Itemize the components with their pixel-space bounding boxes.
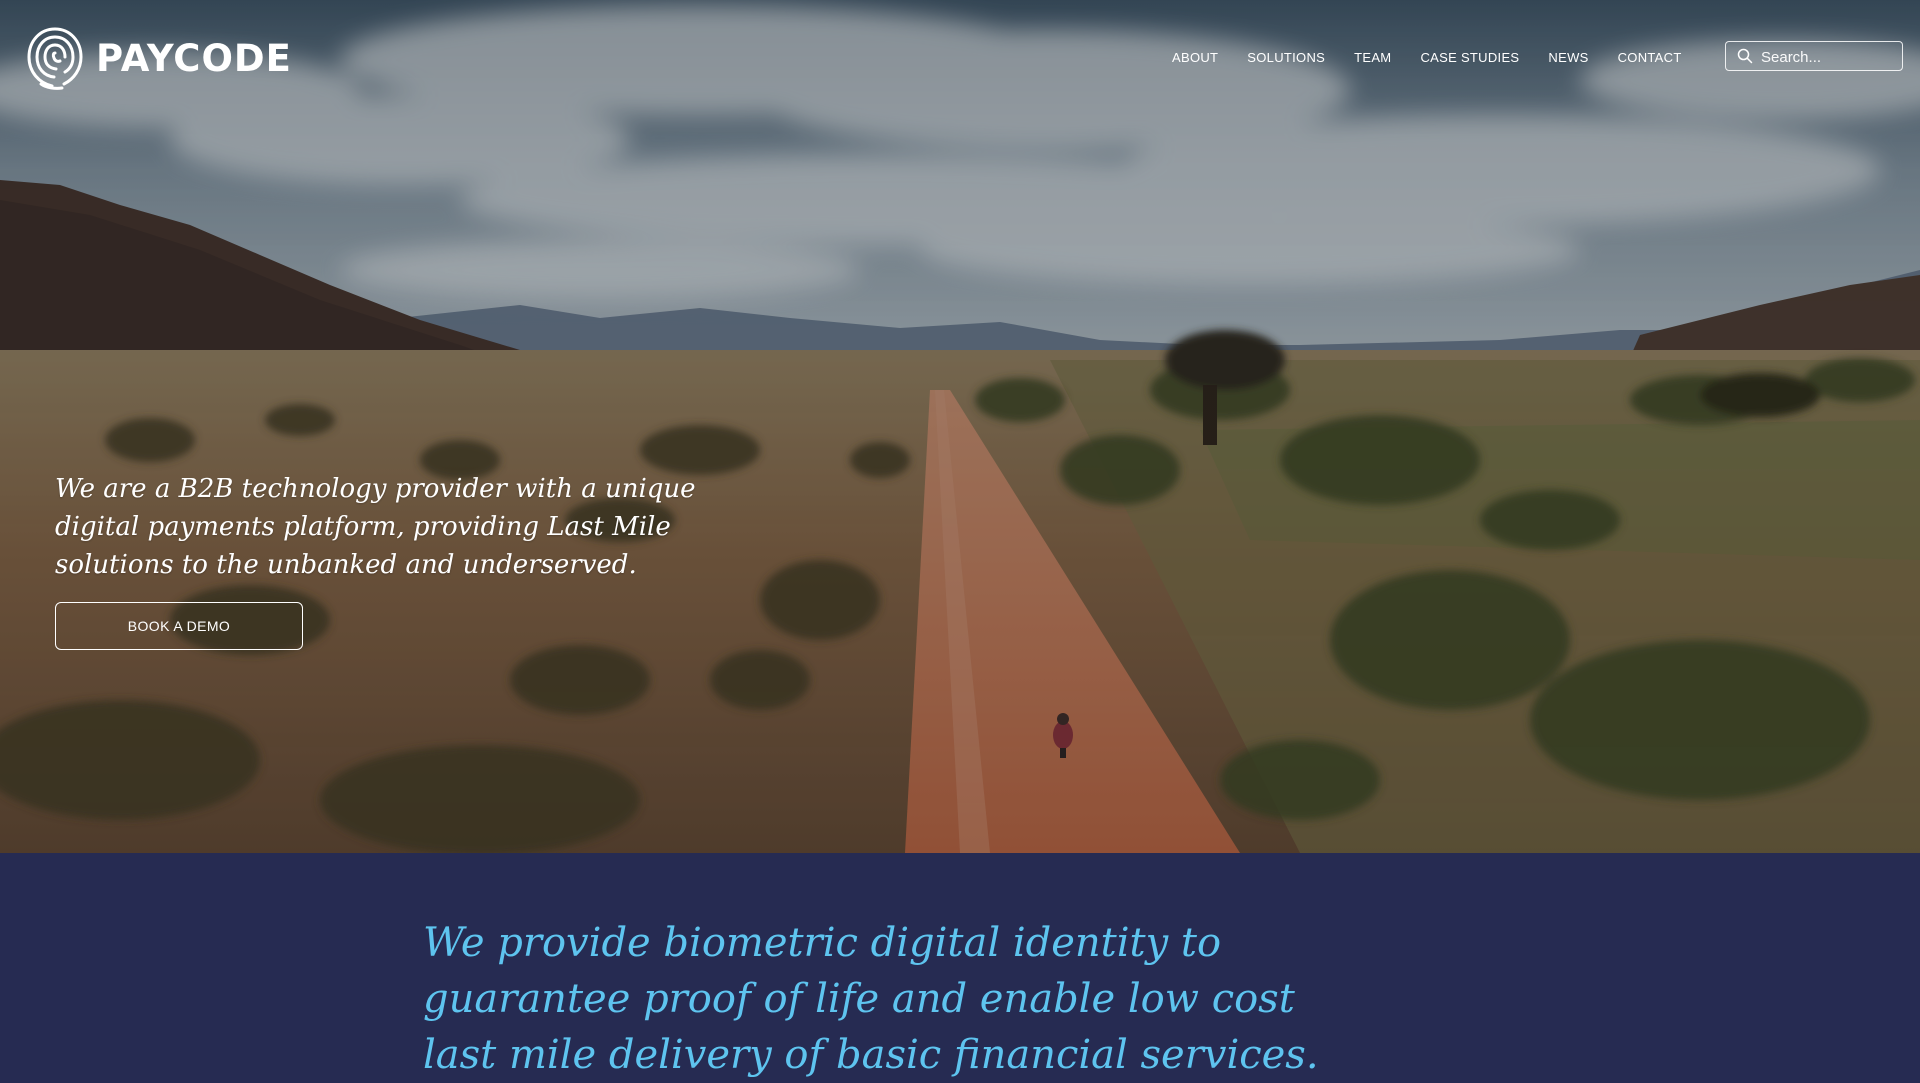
search-box[interactable] bbox=[1725, 41, 1903, 71]
nav-item-contact[interactable]: CONTACT bbox=[1618, 50, 1682, 65]
search-input[interactable] bbox=[1761, 48, 1901, 66]
nav-item-solutions[interactable]: SOLUTIONS bbox=[1247, 50, 1325, 65]
book-a-demo-button[interactable]: BOOK A DEMO bbox=[55, 602, 303, 650]
fingerprint-swirl-icon bbox=[27, 27, 83, 90]
brand-logo[interactable]: PAYCODE bbox=[26, 26, 292, 90]
nav-item-case-studies[interactable]: CASE STUDIES bbox=[1420, 50, 1519, 65]
mission-section: We provide biometric digital identity to… bbox=[0, 853, 1920, 1080]
nav-item-team[interactable]: TEAM bbox=[1354, 50, 1391, 65]
nav-item-about[interactable]: ABOUT bbox=[1172, 50, 1218, 65]
main-nav: ABOUT SOLUTIONS TEAM CASE STUDIES NEWS C… bbox=[1172, 50, 1682, 65]
hero-headline: We are a B2B technology provider with a … bbox=[55, 474, 696, 580]
hero-section: PAYCODE ABOUT SOLUTIONS TEAM CASE STUDIE… bbox=[0, 0, 1920, 853]
brand-name: PAYCODE bbox=[96, 36, 292, 80]
hero-background-image bbox=[0, 0, 1920, 853]
nav-item-news[interactable]: NEWS bbox=[1548, 50, 1588, 65]
mission-statement: We provide biometric digital identity to… bbox=[423, 920, 1319, 1078]
search-icon[interactable] bbox=[1737, 48, 1753, 64]
